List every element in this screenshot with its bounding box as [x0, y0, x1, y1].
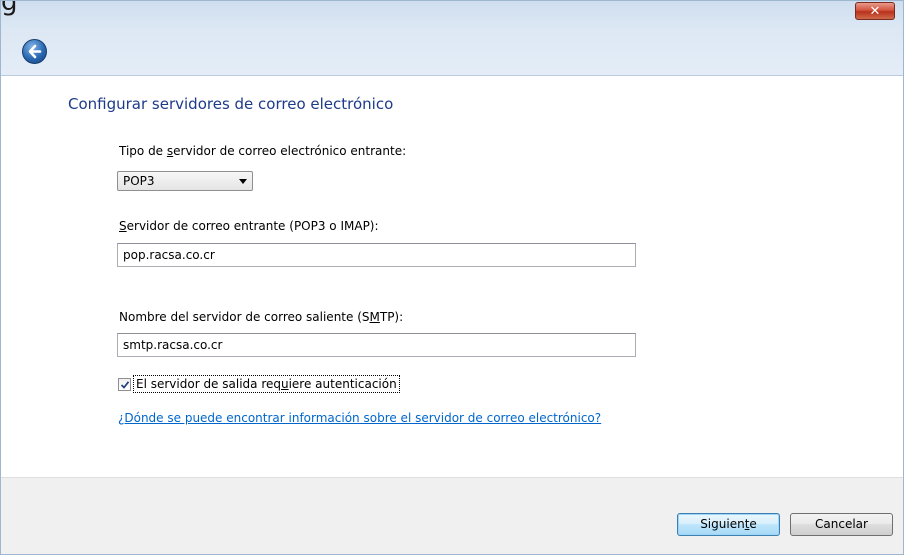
server-type-select[interactable]: POP3 — [117, 171, 253, 191]
window-title: g — [1, 0, 18, 17]
content-area: Configurar servidores de correo electrón… — [1, 76, 903, 476]
outgoing-server-input[interactable] — [117, 333, 636, 357]
auth-checkbox-label[interactable]: El servidor de salida requiere autentica… — [133, 375, 400, 393]
checkmark-icon — [120, 381, 130, 389]
outgoing-server-label: Nombre del servidor de correo saliente (… — [119, 310, 404, 324]
back-button[interactable] — [22, 39, 47, 64]
dialog-window: g ✕ Configurar servidores de correo elec… — [0, 0, 904, 555]
back-arrow-icon — [28, 44, 42, 59]
cancel-button[interactable]: Cancelar — [790, 513, 893, 536]
close-icon: ✕ — [869, 4, 881, 19]
page-title: Configurar servidores de correo electrón… — [68, 95, 394, 113]
next-button[interactable]: Siguiente — [677, 513, 780, 536]
auth-checkbox[interactable] — [118, 378, 131, 391]
server-type-value: POP3 — [123, 174, 155, 188]
close-button[interactable]: ✕ — [855, 2, 895, 20]
button-bar: Siguiente Cancelar — [1, 477, 903, 554]
help-link[interactable]: ¿Dónde se puede encontrar información so… — [118, 411, 601, 425]
incoming-server-input[interactable] — [117, 243, 636, 267]
server-type-label: Tipo de servidor de correo electrónico e… — [119, 144, 407, 158]
incoming-server-label: Servidor de correo entrante (POP3 o IMAP… — [119, 219, 379, 233]
chevron-down-icon — [239, 179, 247, 184]
title-bar: g ✕ — [1, 1, 903, 76]
